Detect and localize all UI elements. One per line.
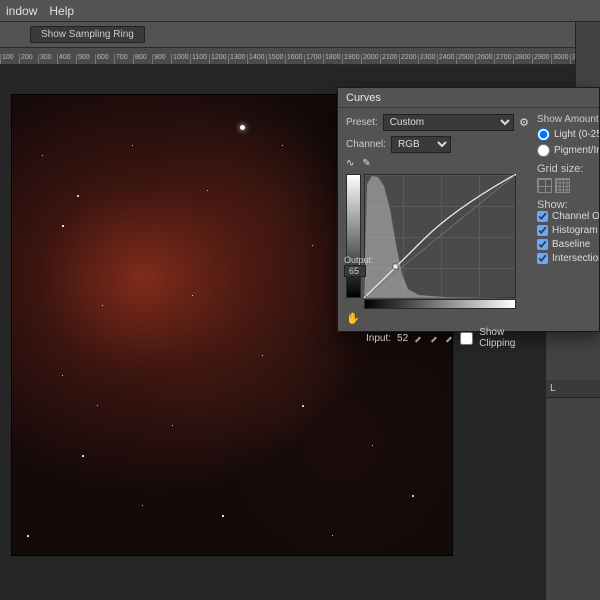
ruler-mark: 100: [0, 54, 19, 64]
ruler-mark: 2900: [532, 54, 551, 64]
pencil-tool-icon[interactable]: ✎: [362, 158, 370, 169]
ruler-mark: 700: [114, 54, 133, 64]
show-clipping-checkbox[interactable]: [460, 332, 473, 345]
curve-point-active[interactable]: [393, 264, 398, 269]
channel-label: Channel:: [346, 139, 386, 150]
ruler-mark: 1500: [266, 54, 285, 64]
channel-select[interactable]: RGB: [391, 136, 451, 153]
pigment-radio[interactable]: [537, 144, 550, 157]
output-value[interactable]: 65: [344, 265, 366, 277]
right-lower-panels: L: [545, 320, 600, 600]
ruler-mark: 2000: [361, 54, 380, 64]
grid-small-icon[interactable]: [555, 178, 570, 193]
menu-window[interactable]: indow: [6, 4, 37, 18]
ruler-mark: 1800: [323, 54, 342, 64]
output-gradient: [346, 174, 361, 298]
ruler-mark: 1200: [209, 54, 228, 64]
ruler-mark: 400: [57, 54, 76, 64]
grid-large-icon[interactable]: [537, 178, 552, 193]
baseline-label: Baseline: [552, 239, 590, 250]
ruler-mark: 300: [38, 54, 57, 64]
show-label: Show:: [537, 199, 595, 211]
ruler-mark: 2500: [456, 54, 475, 64]
curve-point-end[interactable]: [514, 174, 516, 176]
histogram-label: Histogram: [552, 225, 598, 236]
ruler-horizontal: 1002003004005006007008009001000110012001…: [0, 48, 600, 65]
dialog-title[interactable]: Curves: [338, 88, 599, 108]
show-clipping-label: Show Clipping: [479, 327, 529, 349]
channel-overlay-checkbox[interactable]: [537, 211, 548, 222]
ruler-mark: 200: [19, 54, 38, 64]
baseline-checkbox[interactable]: [537, 239, 548, 250]
curve-editor[interactable]: [346, 174, 516, 309]
curve-tool-icon[interactable]: ∿: [346, 158, 354, 169]
ruler-mark: 600: [95, 54, 114, 64]
gear-icon[interactable]: ⚙: [519, 116, 529, 129]
ruler-mark: 1700: [304, 54, 323, 64]
ruler-mark: 2800: [513, 54, 532, 64]
ruler-mark: 2600: [475, 54, 494, 64]
ruler-mark: 900: [152, 54, 171, 64]
ruler-mark: 2400: [437, 54, 456, 64]
ruler-mark: 1300: [228, 54, 247, 64]
hand-icon[interactable]: ✋: [346, 312, 360, 325]
preset-select[interactable]: Custom: [383, 114, 514, 131]
ruler-mark: 2700: [494, 54, 513, 64]
histogram-checkbox[interactable]: [537, 225, 548, 236]
ruler-mark: 500: [76, 54, 95, 64]
pigment-label: Pigment/Ink %: [554, 145, 599, 156]
show-amount-label: Show Amount o: [537, 114, 595, 125]
ruler-mark: 1600: [285, 54, 304, 64]
ruler-mark: 1400: [247, 54, 266, 64]
channel-overlay-label: Channel Overl: [552, 211, 599, 222]
show-sampling-ring-button[interactable]: Show Sampling Ring: [30, 26, 145, 43]
gridsize-label: Grid size:: [537, 163, 595, 175]
eyedropper-black-icon[interactable]: [414, 332, 423, 344]
curve-point-start[interactable]: [364, 296, 366, 298]
input-label: Input:: [366, 333, 391, 344]
ruler-mark: 1100: [190, 54, 209, 64]
output-label: Output:: [344, 255, 374, 265]
input-gradient: [364, 299, 516, 309]
ruler-mark: 2100: [380, 54, 399, 64]
intersection-checkbox[interactable]: [537, 253, 548, 264]
ruler-mark: 800: [133, 54, 152, 64]
preset-label: Preset:: [346, 117, 378, 128]
ruler-mark: 3000: [551, 54, 570, 64]
options-bar: Show Sampling Ring: [0, 22, 600, 48]
menubar: indow Help: [0, 0, 600, 22]
light-label: Light (0-255): [554, 129, 599, 140]
curves-dialog: Curves Preset: Custom ⚙ Channel: RGB ∿ ✎: [337, 87, 600, 332]
eyedropper-white-icon[interactable]: [445, 332, 454, 344]
intersection-label: Intersection L: [552, 253, 599, 264]
ruler-mark: 1900: [342, 54, 361, 64]
ruler-mark: 2200: [399, 54, 418, 64]
menu-help[interactable]: Help: [49, 4, 74, 18]
ruler-mark: 2300: [418, 54, 437, 64]
input-value[interactable]: 52: [397, 333, 408, 344]
curve-svg[interactable]: [364, 174, 516, 298]
ruler-mark: 1000: [171, 54, 190, 64]
light-radio[interactable]: [537, 128, 550, 141]
eyedropper-gray-icon[interactable]: [430, 332, 439, 344]
layers-header[interactable]: L: [546, 380, 600, 398]
